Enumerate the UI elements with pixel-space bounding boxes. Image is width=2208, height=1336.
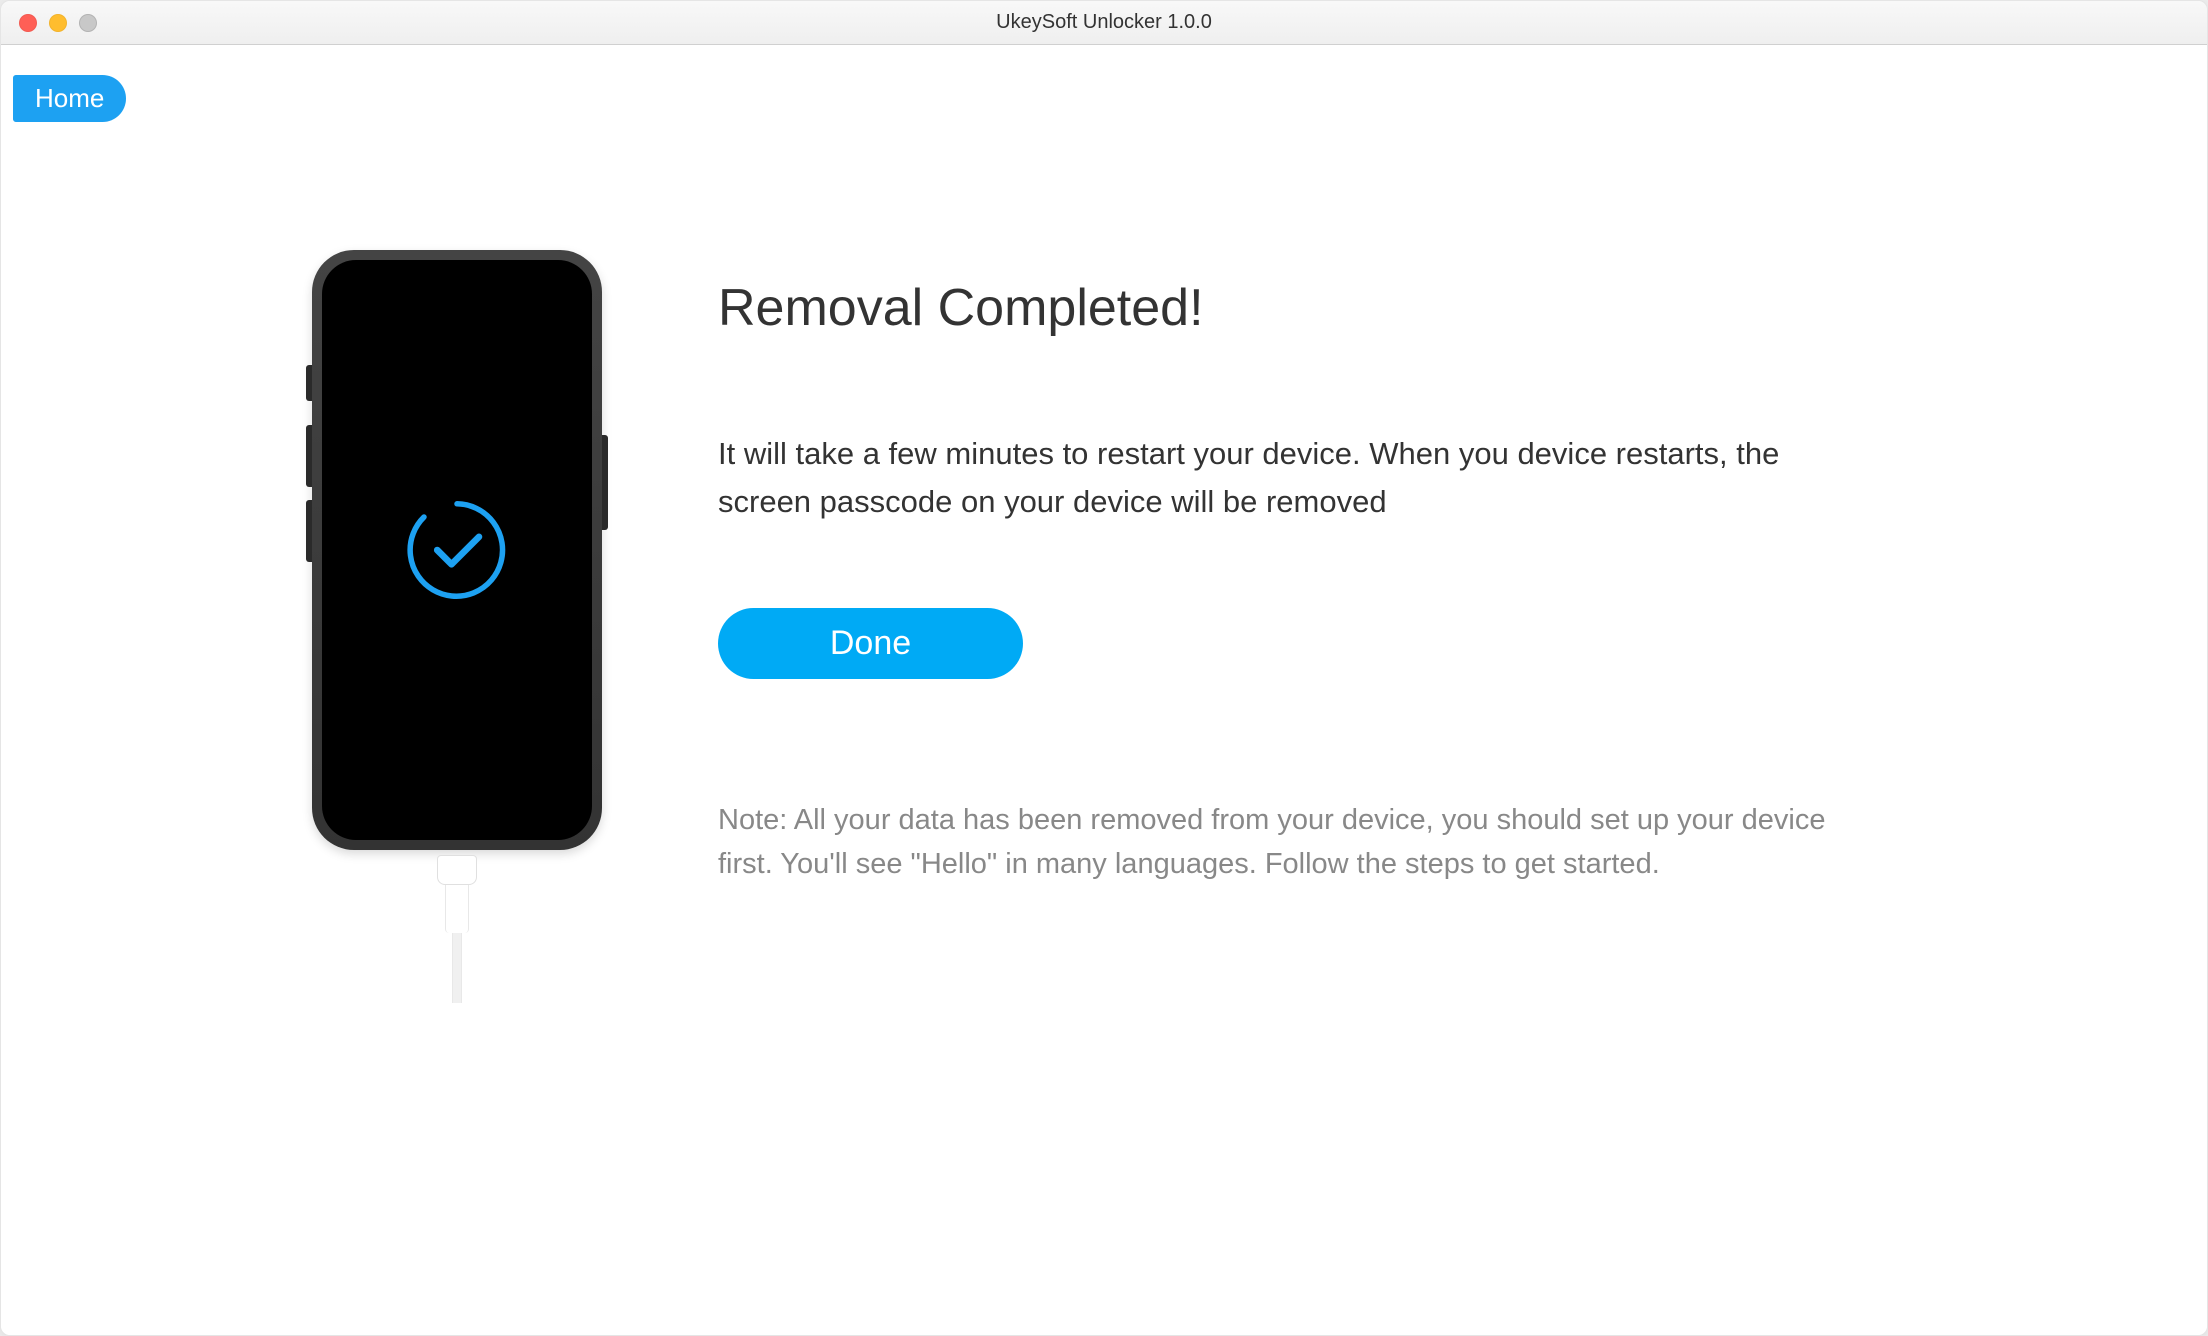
window-title: UkeySoft Unlocker 1.0.0 <box>996 11 1212 34</box>
cable-icon <box>432 855 482 1005</box>
text-area: Removal Completed! It will take a few mi… <box>718 250 2207 886</box>
description-text: It will take a few minutes to restart yo… <box>718 430 1818 526</box>
page-heading: Removal Completed! <box>718 278 2027 338</box>
maximize-window-button[interactable] <box>79 14 97 32</box>
titlebar: UkeySoft Unlocker 1.0.0 <box>1 1 2207 45</box>
checkmark-success-icon <box>402 495 512 605</box>
phone-power-button-icon <box>602 435 608 530</box>
phone-illustration <box>306 250 608 886</box>
minimize-window-button[interactable] <box>49 14 67 32</box>
home-button[interactable]: Home <box>13 75 126 122</box>
traffic-lights <box>1 14 97 32</box>
phone-volume-up-icon <box>306 425 312 487</box>
note-text: Note: All your data has been removed fro… <box>718 799 1858 886</box>
phone-mute-switch-icon <box>306 365 312 401</box>
done-button[interactable]: Done <box>718 608 1023 679</box>
main-area: Removal Completed! It will take a few mi… <box>1 45 2207 886</box>
phone-volume-down-icon <box>306 500 312 562</box>
phone-screen <box>322 260 592 840</box>
app-window: UkeySoft Unlocker 1.0.0 Home <box>0 0 2208 1336</box>
content-area: Home <box>1 45 2207 1335</box>
phone-body <box>312 250 602 850</box>
phone-notch-icon <box>387 260 527 286</box>
close-window-button[interactable] <box>19 14 37 32</box>
